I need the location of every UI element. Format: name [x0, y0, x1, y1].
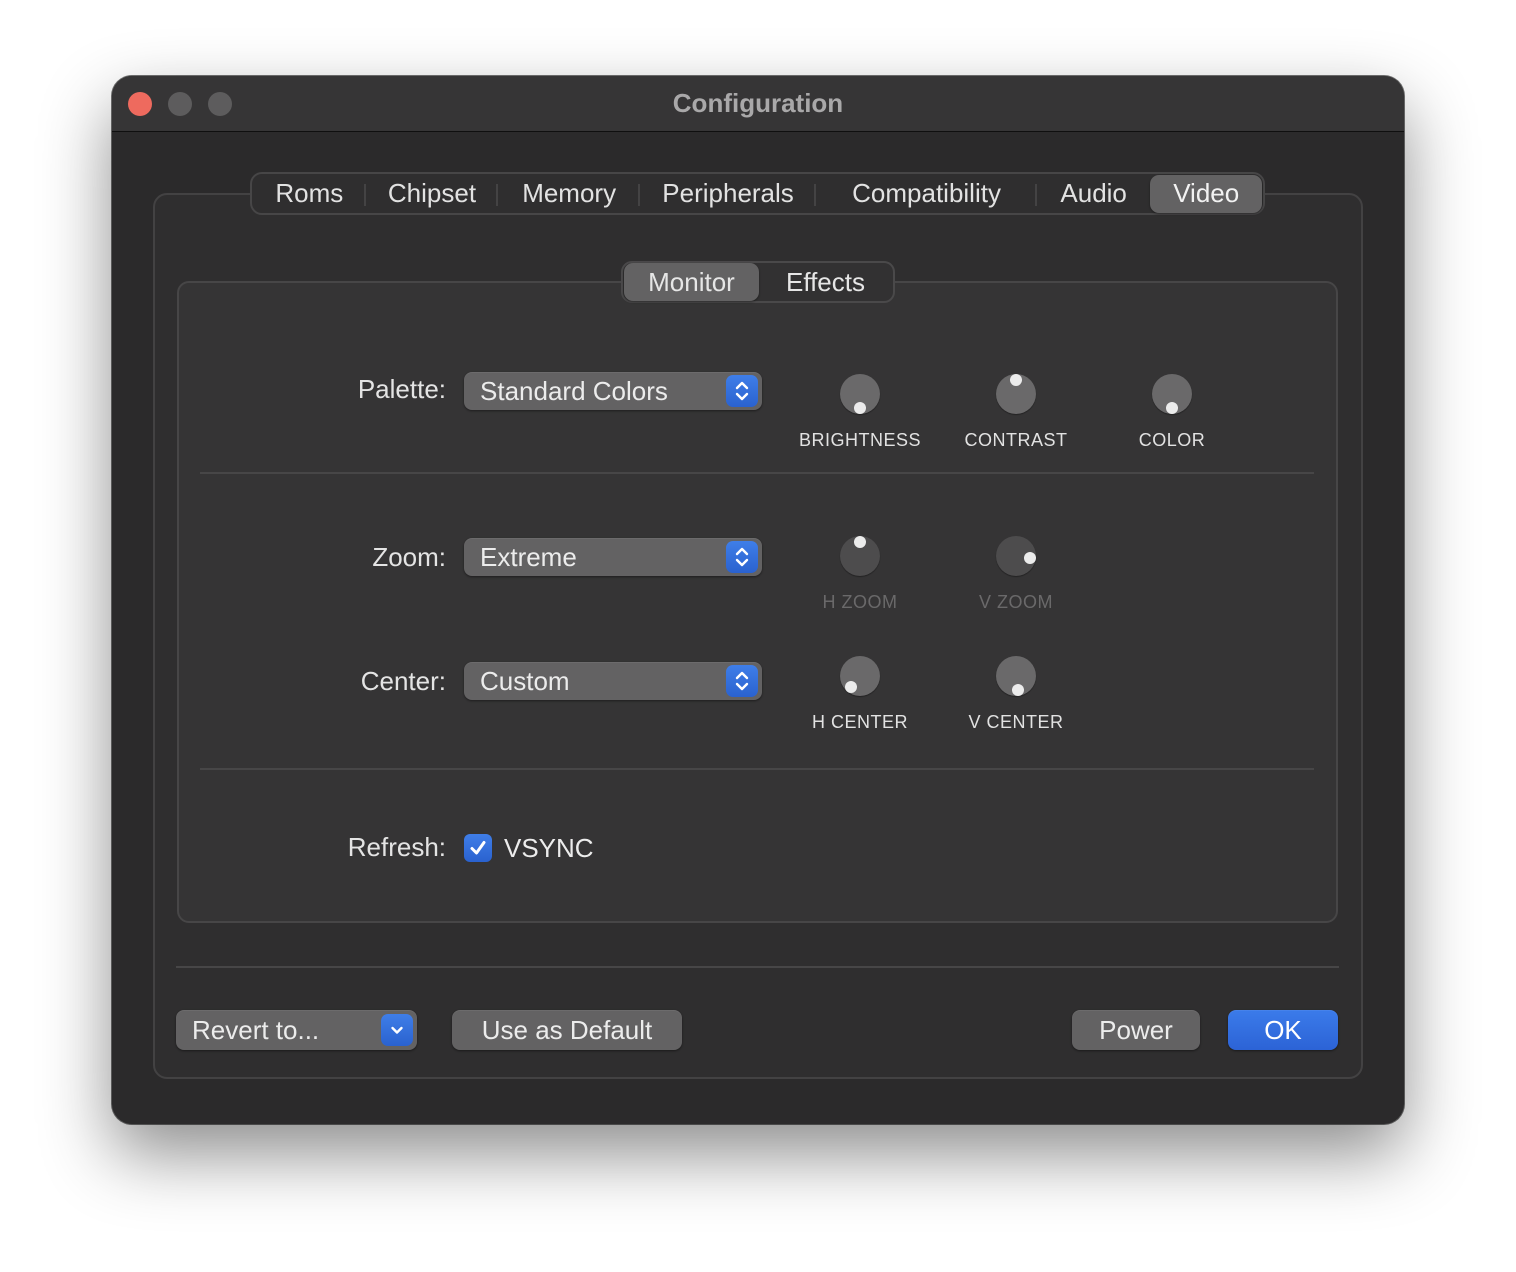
- checkmark-icon: [470, 841, 486, 855]
- v-center-knob[interactable]: [996, 656, 1036, 696]
- v-center-label: V CENTER: [968, 712, 1064, 732]
- knob-indicator: [1166, 402, 1178, 414]
- knob-indicator: [854, 402, 866, 414]
- zoom-popup[interactable]: Extreme: [464, 538, 762, 576]
- window-title: Configuration: [672, 88, 844, 118]
- brightness-knob[interactable]: [840, 374, 880, 414]
- palette-value: Standard Colors: [480, 376, 668, 406]
- section-divider: [200, 768, 1314, 770]
- up-down-chevron-icon: [726, 665, 758, 697]
- palette-popup[interactable]: Standard Colors: [464, 372, 762, 410]
- main-tab-bar: Roms Chipset Memory Peripherals Compatib…: [250, 172, 1265, 215]
- contrast-knob[interactable]: [996, 374, 1036, 414]
- center-popup[interactable]: Custom: [464, 662, 762, 700]
- zoom-label: Zoom:: [372, 542, 446, 572]
- title-bar[interactable]: Configuration: [112, 76, 1404, 132]
- up-down-chevron-icon: [726, 375, 758, 407]
- tab-roms[interactable]: Roms: [253, 175, 366, 213]
- tab-compatibility[interactable]: Compatibility: [816, 175, 1037, 213]
- tab-memory[interactable]: Memory: [498, 175, 640, 213]
- knob-indicator: [845, 680, 857, 693]
- tab-peripherals[interactable]: Peripherals: [640, 175, 817, 213]
- revert-to-label: Revert to...: [192, 1014, 320, 1045]
- tab-audio[interactable]: Audio: [1037, 175, 1151, 213]
- center-label: Center:: [360, 666, 446, 696]
- h-zoom-knob[interactable]: [840, 536, 880, 576]
- configuration-window: Configuration Roms Chipset Memory Periph…: [112, 76, 1404, 1124]
- h-center-knob[interactable]: [840, 656, 880, 696]
- refresh-label: Refresh:: [347, 832, 446, 862]
- knob-indicator: [1010, 374, 1022, 386]
- vsync-checkbox[interactable]: [464, 834, 492, 862]
- video-subtab-control: Monitor Effects: [621, 261, 895, 303]
- palette-label: Palette:: [357, 374, 446, 404]
- brightness-label: BRIGHTNESS: [798, 430, 922, 450]
- color-label: COLOR: [1138, 430, 1206, 450]
- footer-divider: [176, 966, 1339, 968]
- color-knob[interactable]: [1152, 374, 1192, 414]
- vsync-label[interactable]: VSYNC: [504, 833, 594, 864]
- h-center-label: H CENTER: [811, 712, 908, 732]
- knob-indicator: [854, 536, 866, 548]
- power-button[interactable]: Power: [1072, 1010, 1200, 1050]
- knob-indicator: [1023, 552, 1036, 565]
- tab-chipset[interactable]: Chipset: [366, 175, 499, 213]
- contrast-label: CONTRAST: [964, 430, 1068, 450]
- v-zoom-label: V ZOOM: [979, 592, 1053, 612]
- use-as-default-button[interactable]: Use as Default: [452, 1010, 682, 1050]
- v-zoom-knob[interactable]: [996, 536, 1036, 576]
- chevron-down-icon: [381, 1014, 413, 1046]
- center-value: Custom: [480, 666, 570, 696]
- knob-indicator: [1012, 683, 1025, 696]
- subtab-effects[interactable]: Effects: [759, 263, 892, 301]
- h-zoom-label: H ZOOM: [822, 592, 898, 612]
- section-divider: [200, 472, 1314, 474]
- revert-to-popup[interactable]: Revert to...: [176, 1010, 417, 1050]
- up-down-chevron-icon: [726, 541, 758, 573]
- tab-video[interactable]: Video: [1150, 174, 1262, 213]
- subtab-monitor[interactable]: Monitor: [624, 263, 759, 301]
- zoom-value: Extreme: [480, 542, 577, 572]
- ok-button[interactable]: OK: [1228, 1010, 1338, 1050]
